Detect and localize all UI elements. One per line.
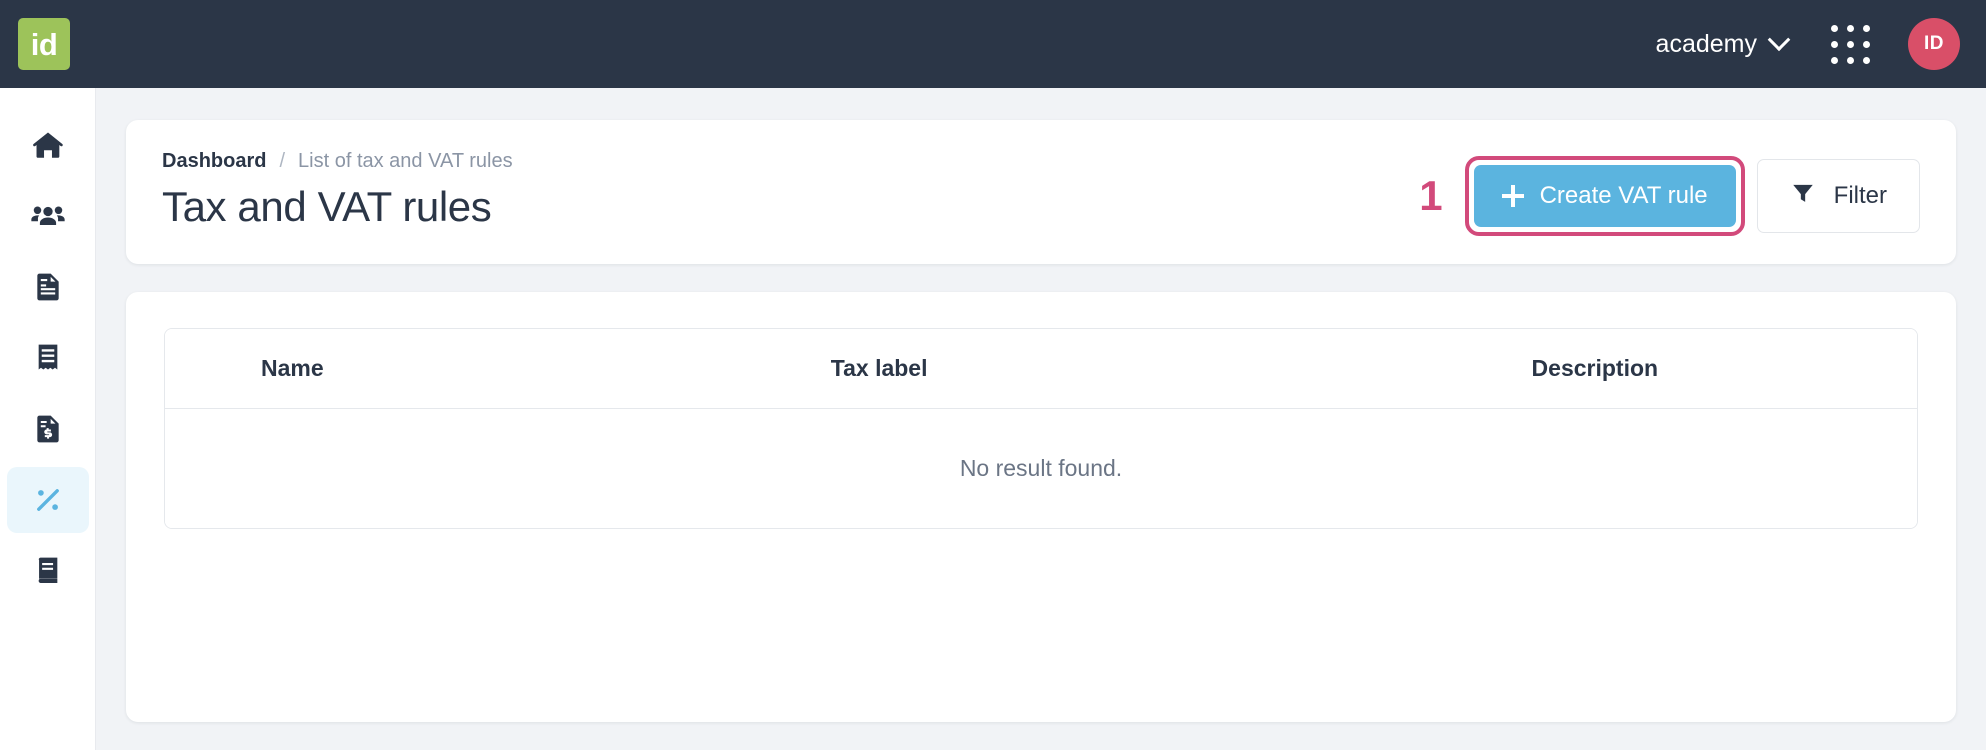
tax-rules-table-card: Name Tax label Description No result fou…: [126, 292, 1956, 722]
column-header-tax-label[interactable]: Tax label: [830, 329, 1532, 409]
grid-dot: [1847, 24, 1854, 32]
grid-dot: [1847, 56, 1854, 64]
sidebar-item-tax-vat-rules[interactable]: [6, 467, 89, 533]
avatar[interactable]: ID: [1908, 18, 1960, 70]
breadcrumb-current-page[interactable]: List of tax and VAT rules: [298, 150, 513, 173]
table-head: Name Tax label Description: [165, 329, 1917, 409]
sidebar-item-invoices[interactable]: [7, 396, 89, 462]
table-header-row: Name Tax label Description: [165, 329, 1917, 409]
step-annotation-badge: 1: [1419, 172, 1443, 219]
organization-switcher[interactable]: academy: [1646, 22, 1797, 67]
top-bar: id academy ID: [0, 0, 1986, 88]
grid-apps-icon[interactable]: [1831, 24, 1870, 64]
sidebar-item-contacts[interactable]: [7, 183, 89, 249]
receipt-icon: [32, 342, 64, 374]
page-header-left: Dashboard / List of tax and VAT rules Ta…: [162, 150, 1419, 231]
plus-icon: [1501, 185, 1524, 207]
grid-dot: [1863, 56, 1870, 64]
create-vat-rule-highlight: Create VAT rule: [1464, 156, 1745, 236]
column-header-name[interactable]: Name: [165, 329, 831, 409]
grid-dot: [1863, 40, 1870, 48]
sidebar-item-documents[interactable]: [7, 254, 89, 320]
filter-funnel-icon: [1790, 180, 1816, 213]
grid-dot: [1831, 56, 1838, 64]
filter-button[interactable]: Filter: [1756, 159, 1920, 233]
filter-label: Filter: [1833, 182, 1887, 209]
sidebar: [0, 88, 96, 750]
organization-name: academy: [1655, 29, 1757, 58]
page-header-card: Dashboard / List of tax and VAT rules Ta…: [126, 120, 1956, 264]
grid-dot: [1831, 24, 1838, 32]
breadcrumb-separator: /: [279, 150, 286, 172]
document-icon: [32, 271, 64, 303]
top-bar-right-group: academy ID: [1646, 18, 1986, 70]
percent-icon: [31, 483, 65, 517]
home-icon: [31, 128, 65, 162]
sidebar-item-receipts[interactable]: [7, 325, 89, 391]
grid-dot: [1863, 24, 1870, 32]
table-empty-row: No result found.: [165, 409, 1917, 528]
chevron-down-icon: [1767, 28, 1791, 52]
breadcrumb-dashboard[interactable]: Dashboard: [162, 150, 266, 173]
table-body: No result found.: [165, 409, 1917, 528]
app-logo[interactable]: id: [18, 18, 70, 70]
grid-dot: [1831, 40, 1838, 48]
sidebar-item-home[interactable]: [7, 112, 89, 178]
empty-state-message: No result found.: [165, 409, 1917, 528]
create-vat-rule-label: Create VAT rule: [1539, 182, 1708, 209]
page-header-actions: 1 Create VAT rule Filter: [1419, 150, 1920, 236]
create-vat-rule-button[interactable]: Create VAT rule: [1473, 165, 1736, 227]
invoice-dollar-icon: [32, 413, 64, 445]
people-icon: [30, 198, 66, 234]
sidebar-item-ledger[interactable]: [7, 538, 89, 604]
column-header-description[interactable]: Description: [1531, 329, 1917, 409]
breadcrumb: Dashboard / List of tax and VAT rules: [162, 150, 1419, 173]
page-title: Tax and VAT rules: [162, 183, 492, 230]
grid-dot: [1847, 40, 1854, 48]
tax-rules-table: Name Tax label Description No result fou…: [164, 328, 1918, 529]
book-icon: [32, 555, 64, 587]
main-content: Dashboard / List of tax and VAT rules Ta…: [96, 88, 1986, 750]
